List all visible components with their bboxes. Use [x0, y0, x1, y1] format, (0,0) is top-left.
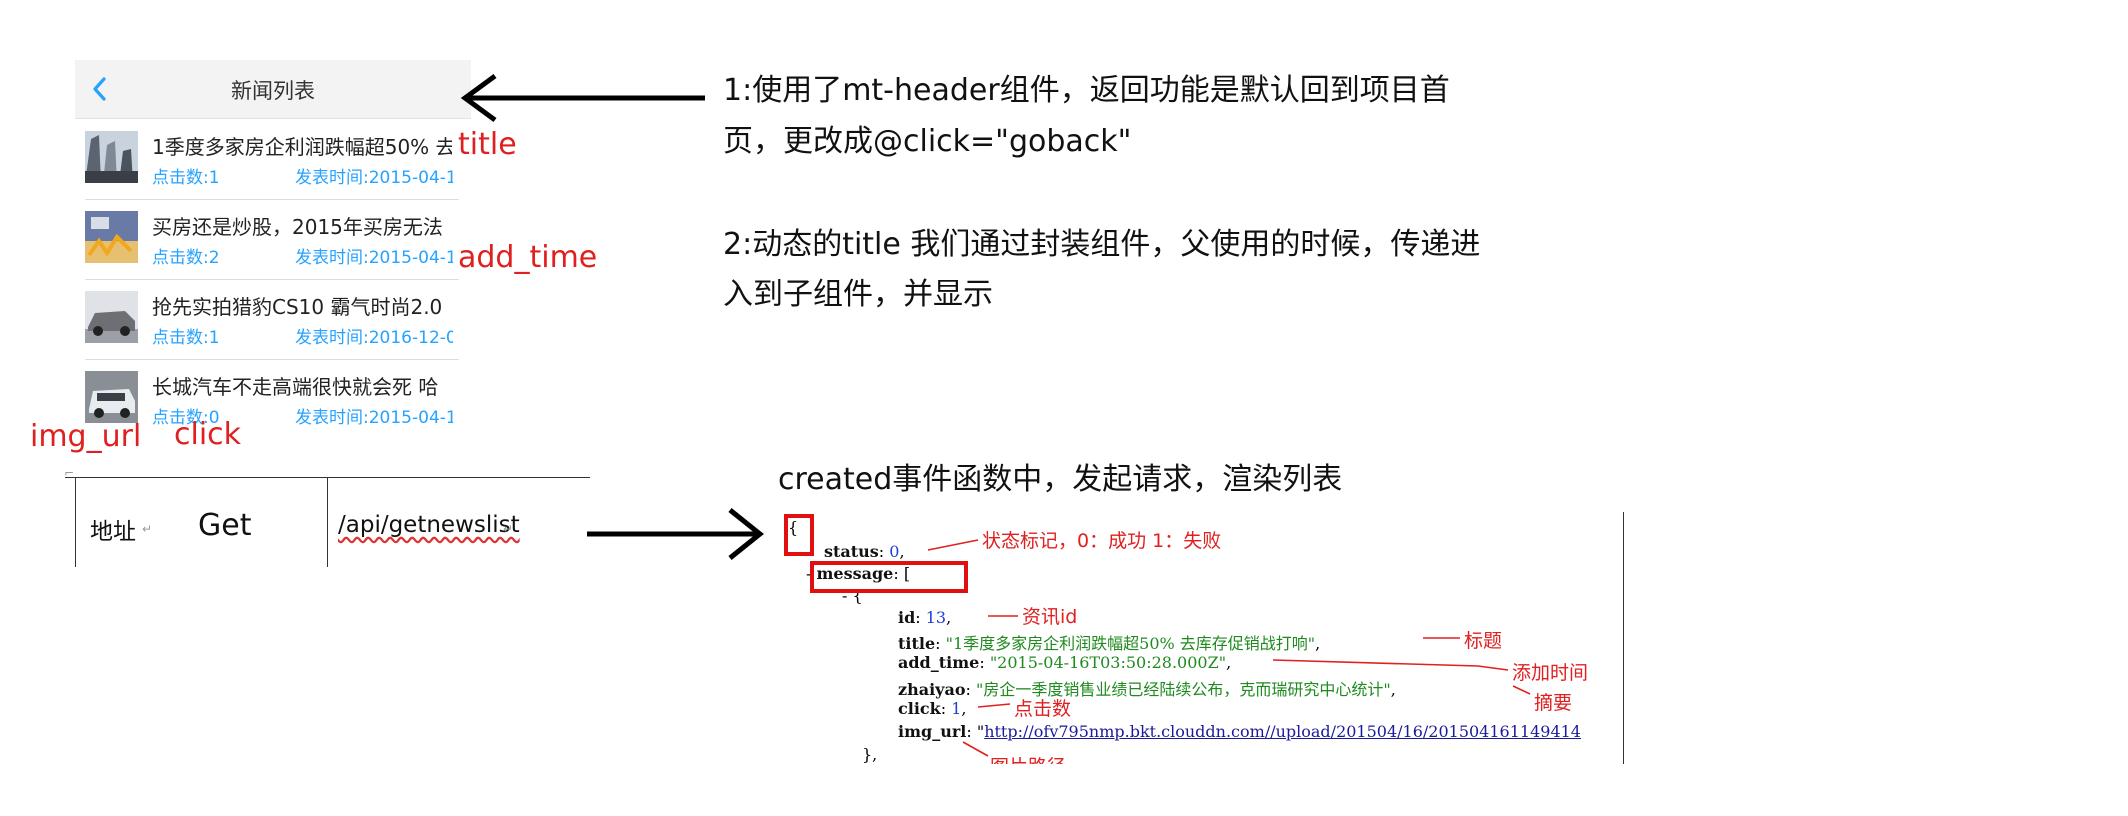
publish-time: 发表时间:2015-04-16: [295, 168, 453, 188]
note-2-line-2: 入到子组件，并显示: [723, 277, 993, 312]
news-list-item[interactable]: 长城汽车不走高端很快就会死 哈 点击数:0 发表时间:2015-04-16: [85, 359, 459, 425]
annotation-add-time: 添加时间: [1512, 662, 1589, 684]
label-img-url: img_url: [30, 419, 142, 454]
click-count: 点击数:1: [152, 328, 220, 348]
json-response-panel: { status: 0, - message: [ - { id: 13, ti…: [778, 512, 1624, 764]
arrow-right-icon: [587, 508, 765, 560]
news-thumbnail: [85, 211, 138, 263]
annotation-status: 状态标记，0：成功 1：失败: [982, 530, 1222, 552]
note-1-line-1: 1:使用了mt-header组件，返回功能是默认回到项目首: [723, 73, 1450, 108]
annotation-click: 点击数: [1014, 698, 1072, 720]
news-title: 抢先实拍猎豹CS10 霸气时尚2.0: [152, 295, 443, 319]
click-count: 点击数:1: [152, 168, 220, 188]
publish-time: 发表时间:2015-04-16: [295, 248, 453, 268]
return-mark: ↵: [503, 522, 514, 536]
label-click: click: [174, 417, 242, 452]
news-list-screen: 新闻列表 1季度多家房企利润跌幅超50% 去库存促销战打响 点击数:1 发表时间…: [75, 60, 471, 425]
api-path-cell: /api/getnewslist: [338, 512, 520, 538]
publish-time: 发表时间:2016-12-07: [295, 328, 453, 348]
api-method-cell: Get: [198, 508, 252, 543]
created-note: created事件函数中，发起请求，渲染列表: [778, 462, 1343, 497]
news-title: 买房还是炒股，2015年买房无法: [152, 215, 443, 239]
header-title: 新闻列表: [231, 79, 315, 103]
publish-time: 发表时间:2015-04-16: [295, 408, 453, 425]
annotation-zhaiyao: 摘要: [1534, 692, 1573, 714]
news-list-item[interactable]: 1季度多家房企利润跌幅超50% 去库存促销战打响 点击数:1 发表时间:2015…: [85, 119, 459, 200]
news-thumbnail: [85, 371, 138, 423]
annotation-id: 资讯id: [1022, 606, 1078, 628]
arrow-left-icon: [460, 73, 705, 123]
news-list-item[interactable]: 买房还是炒股，2015年买房无法 点击数:2 发表时间:2015-04-16: [85, 199, 459, 280]
return-mark: ↵: [142, 522, 153, 536]
news-list-item[interactable]: 抢先实拍猎豹CS10 霸气时尚2.0 点击数:1 发表时间:2016-12-07: [85, 279, 459, 360]
table-border: [75, 477, 76, 567]
note-2-line-1: 2:动态的title 我们通过封装组件，父使用的时候，传递进: [723, 227, 1481, 262]
news-title: 长城汽车不走高端很快就会死 哈: [152, 375, 439, 399]
annotation-title: 标题: [1464, 630, 1503, 652]
label-title: title: [458, 127, 517, 162]
label-add-time: add_time: [458, 240, 598, 275]
news-thumbnail: [85, 131, 138, 183]
news-title: 1季度多家房企利润跌幅超50% 去库存促销战打响: [152, 135, 452, 159]
api-name-cell: 地址: [90, 519, 136, 545]
annotation-img-url: 图片路径: [990, 752, 1066, 764]
mt-header: 新闻列表: [75, 60, 471, 119]
note-1-line-2: 页，更改成@click="goback": [723, 124, 1132, 159]
news-thumbnail: [85, 291, 138, 343]
click-count: 点击数:2: [152, 248, 220, 268]
table-border: [327, 477, 328, 567]
